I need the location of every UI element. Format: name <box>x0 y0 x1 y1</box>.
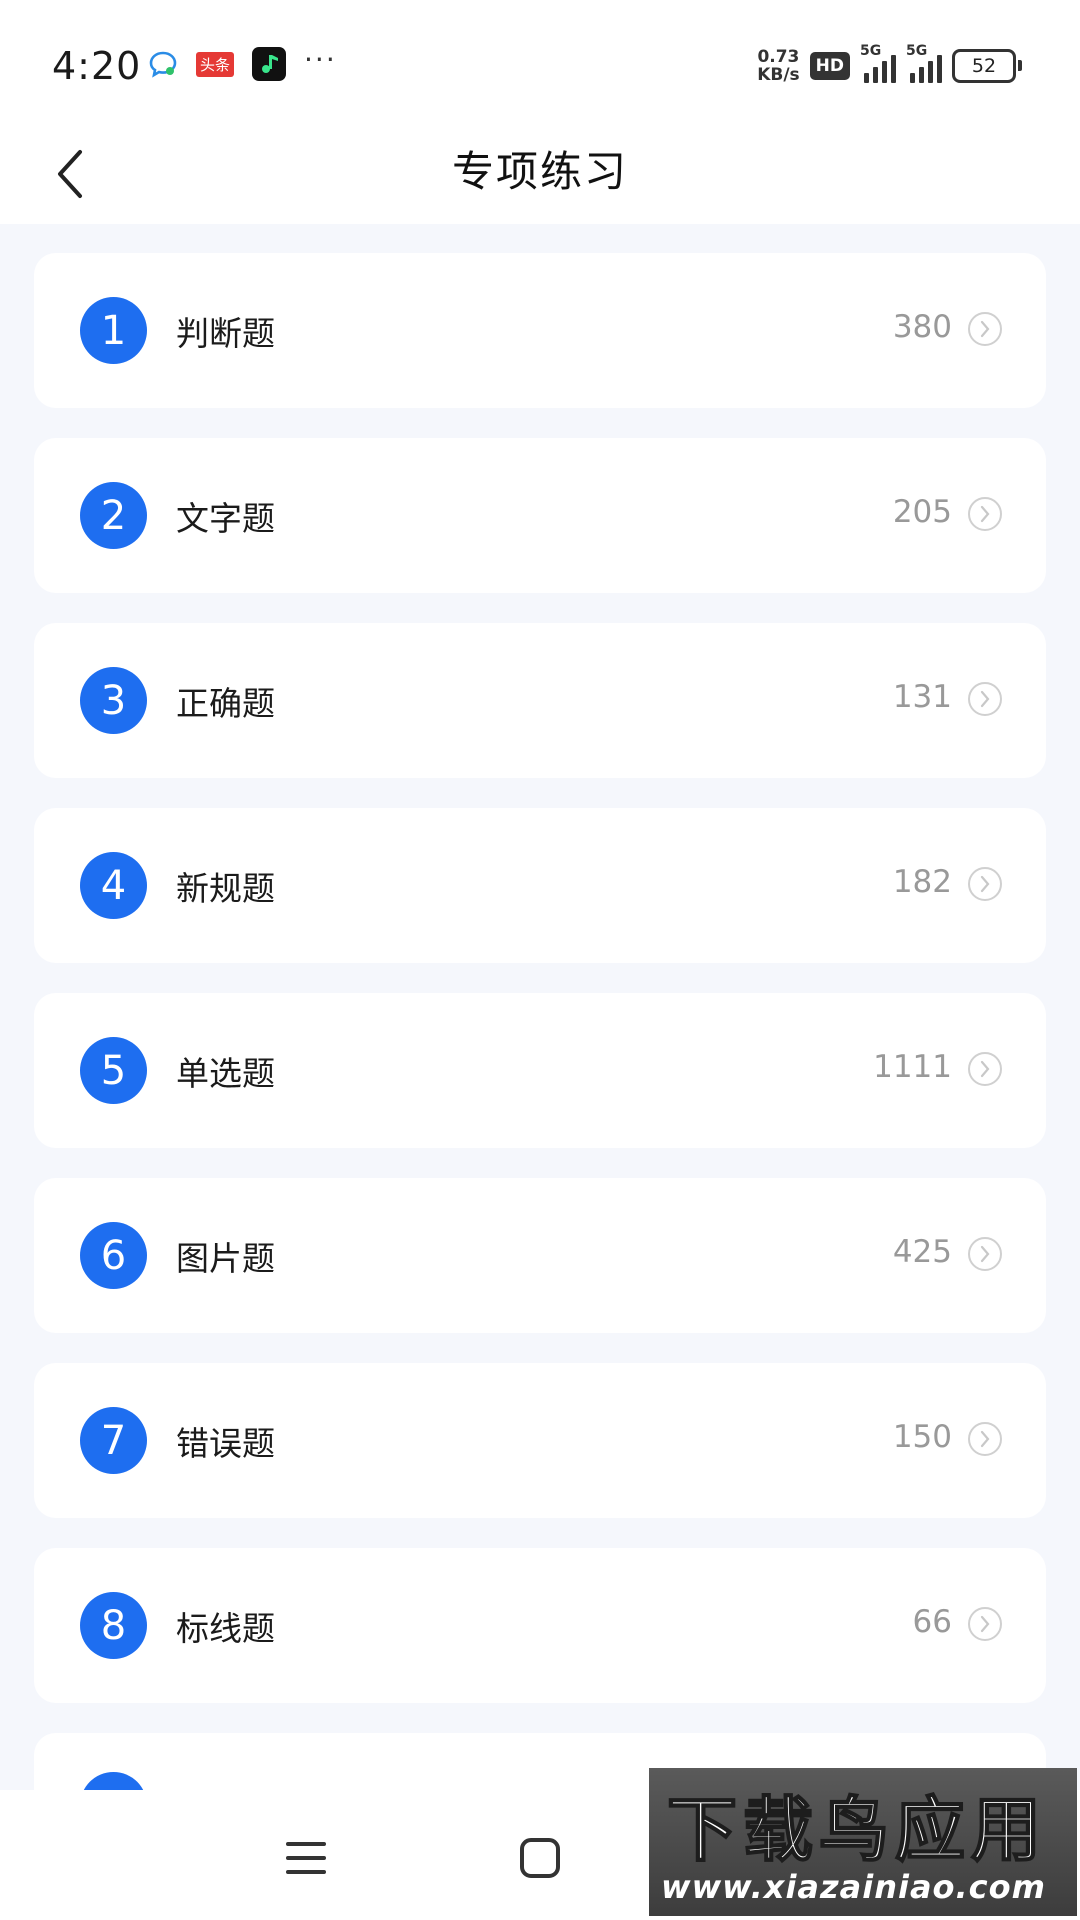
item-number-badge: 6 <box>80 1222 147 1289</box>
item-number-badge: 2 <box>80 482 147 549</box>
status-time: 4:20 <box>52 44 142 88</box>
notification-icons: 头条 ··· <box>148 42 337 82</box>
item-number-badge: 3 <box>80 667 147 734</box>
network-speed-unit: KB/s <box>757 65 800 85</box>
practice-item[interactable]: 5 单选题 1111 <box>34 993 1046 1148</box>
recent-apps-button[interactable] <box>276 1828 336 1888</box>
practice-item[interactable]: 8 标线题 66 <box>34 1548 1046 1703</box>
network-speed-value: 0.73 <box>757 47 800 67</box>
watermark-url: www.xiazainiao.com <box>661 1868 1046 1906</box>
item-count: 182 <box>892 864 952 900</box>
status-indicators: 0.73 KB/s HD 5G 5G 52 <box>757 43 1022 86</box>
item-count: 1111 <box>873 1049 952 1085</box>
watermark-logo: 下载鸟应用 www.xiazainiao.com <box>649 1768 1077 1916</box>
battery-icon: 52 <box>952 49 1022 83</box>
item-label: 标线题 <box>176 1609 275 1648</box>
item-label: 图片题 <box>176 1239 275 1278</box>
status-bar: 4:20 头条 ··· 0.73 KB/s HD 5G 5G 52 <box>0 0 1080 120</box>
item-count: 150 <box>892 1419 952 1455</box>
item-label: 新规题 <box>176 869 275 908</box>
chevron-right-icon <box>968 1237 1002 1271</box>
practice-item[interactable]: 3 正确题 131 <box>34 623 1046 778</box>
chevron-right-icon <box>968 1607 1002 1641</box>
network-speed: 0.73 KB/s <box>757 48 799 84</box>
chevron-right-icon <box>968 1052 1002 1086</box>
practice-item[interactable]: 7 错误题 150 <box>34 1363 1046 1518</box>
page-title: 专项练习 <box>451 147 628 196</box>
signal-1-network-type: 5G <box>860 43 882 59</box>
item-number-badge: 4 <box>80 852 147 919</box>
item-count: 205 <box>892 494 952 530</box>
chevron-right-icon <box>968 682 1002 716</box>
home-button[interactable] <box>510 1828 570 1888</box>
item-count: 380 <box>892 309 952 345</box>
battery-level: 52 <box>971 55 997 77</box>
item-number-badge: 7 <box>80 1407 147 1474</box>
signal-strength-icon-2: 5G <box>906 43 942 83</box>
practice-item[interactable]: 1 判断题 380 <box>34 253 1046 408</box>
item-label: 判断题 <box>176 314 275 353</box>
practice-item[interactable]: 2 文字题 205 <box>34 438 1046 593</box>
hd-voice-icon: HD <box>809 52 850 80</box>
toutiao-app-icon: 头条 <box>196 51 235 77</box>
item-label: 文字题 <box>176 499 275 538</box>
item-label: 单选题 <box>176 1054 275 1093</box>
music-app-icon <box>252 47 287 81</box>
item-label: 正确题 <box>176 684 275 723</box>
signal-strength-icon-1: 5G <box>860 43 896 83</box>
item-number-badge: 5 <box>80 1037 147 1104</box>
practice-item[interactable]: 4 新规题 182 <box>34 808 1046 963</box>
item-count: 425 <box>892 1234 952 1270</box>
menu-icon <box>286 1842 326 1874</box>
chat-bubble-icon <box>148 49 178 79</box>
practice-item[interactable]: 6 图片题 425 <box>34 1178 1046 1333</box>
app-header: 专项练习 <box>0 120 1080 224</box>
chevron-right-icon <box>968 312 1002 346</box>
chevron-right-icon <box>968 1422 1002 1456</box>
more-notifications-icon: ··· <box>304 42 337 76</box>
square-home-icon <box>520 1838 560 1878</box>
item-count: 131 <box>892 679 952 715</box>
chevron-right-icon <box>968 497 1002 531</box>
item-number-badge: 1 <box>80 297 147 364</box>
chevron-right-icon <box>968 867 1002 901</box>
item-count: 66 <box>912 1604 952 1640</box>
signal-2-network-type: 5G <box>906 43 928 59</box>
item-label: 错误题 <box>176 1424 275 1463</box>
item-number-badge: 8 <box>80 1592 147 1659</box>
watermark-title: 下载鸟应用 <box>666 1788 1047 1872</box>
